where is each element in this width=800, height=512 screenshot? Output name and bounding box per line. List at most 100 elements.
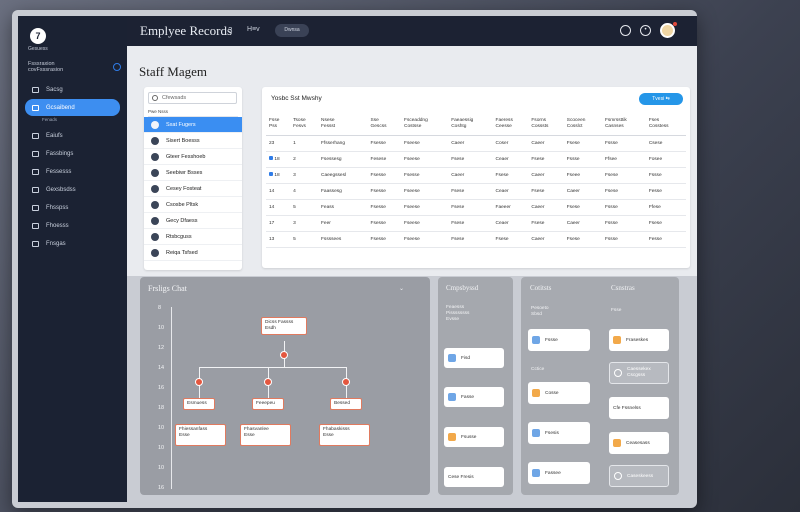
- list-item[interactable]: Cesey Fosteat: [144, 181, 242, 197]
- app-logo-icon: 7: [30, 28, 46, 44]
- employee-card[interactable]: Fasse: [444, 387, 504, 407]
- row-id: 18: [266, 151, 291, 168]
- search-icon[interactable]: [620, 25, 631, 36]
- settings-card[interactable]: Cfe Fssnelss: [609, 397, 669, 419]
- org-node-root[interactable]: Dicss Fassss Esdh: [261, 317, 307, 335]
- column-header[interactable]: Fsceaddng Costsse: [401, 113, 449, 136]
- contact-card[interactable]: Fssse: [528, 329, 590, 351]
- column-header[interactable]: Fsorns Cosssts: [528, 113, 564, 136]
- list-item[interactable]: Sisert Boesss: [144, 133, 242, 149]
- sidebar-item-0[interactable]: Sacsg: [25, 81, 120, 98]
- help-menu[interactable]: H≡v: [247, 26, 260, 33]
- y-axis-tick: 16: [158, 485, 165, 491]
- settings-card[interactable]: Fraseskes: [609, 329, 669, 351]
- column-header[interactable]: Nsese Fessst: [318, 113, 368, 136]
- org-node-mid[interactable]: Bessed: [330, 398, 362, 410]
- sidebar-item-3[interactable]: Fassbings: [25, 145, 120, 162]
- column-header[interactable]: Scoceen Cosslct: [563, 113, 602, 136]
- table-row[interactable]: 18 3 Caeegssesl Fsesse Fsesse Caeer Fsese Caeer…: [266, 167, 686, 184]
- app-window: 7 Gesuess Fsssraxion covFsssrasion Sacsg…: [12, 10, 697, 508]
- calendar-icon: [32, 168, 39, 175]
- settings-card[interactable]: Caessekex Cscgsss: [609, 362, 669, 384]
- sidebar-item-4[interactable]: Fessesss: [25, 163, 120, 180]
- table-cell: Ffsserhang: [318, 135, 368, 152]
- row-id: 18: [266, 167, 291, 184]
- employee-card[interactable]: Cese Fresis: [444, 467, 504, 487]
- notification-icon[interactable]: •: [640, 25, 651, 36]
- list-item[interactable]: Reiqa Tsfsed: [144, 245, 242, 261]
- chevron-down-icon[interactable]: ⌄: [399, 285, 404, 292]
- settings-card[interactable]: Ceasesass: [609, 432, 669, 454]
- column-header[interactable]: Fses Cosstess: [645, 113, 686, 136]
- sidebar-item-6[interactable]: Fhsspss: [25, 199, 120, 216]
- settings-icon: [613, 336, 621, 344]
- sidebar: 7 Gesuess Fsssraxion covFsssrasion Sacsg…: [18, 16, 127, 502]
- org-node-mid[interactable]: Esmuess: [183, 398, 215, 410]
- y-axis-tick: 16: [158, 385, 165, 391]
- org-node-leaf[interactable]: Fhabaskisss Esse: [319, 424, 370, 446]
- column-header[interactable]: Fsmrssttik Casnses: [601, 113, 646, 136]
- row-number: 1: [290, 135, 318, 152]
- list-item[interactable]: Seebiwr Bsses: [144, 165, 242, 181]
- column-header[interactable]: Faeress Ceesse: [492, 113, 529, 136]
- top-bar: Emplyee Records 3 H≡v Dwnsa •: [127, 16, 697, 46]
- y-axis-tick: 10: [158, 465, 165, 471]
- sidebar-item-7[interactable]: Fhoesss: [25, 217, 120, 234]
- contact-card[interactable]: Cosse: [528, 382, 590, 404]
- avatar: [151, 168, 159, 177]
- org-node-leaf[interactable]: Fhasvanlee Esse: [240, 424, 291, 446]
- records-table: Fsse Pss Tsose Fesvs Nsese Fessst Sse Gescs…: [266, 113, 686, 248]
- table-row[interactable]: 18 2 Fsessesg Fesese Fseese Fsese Ceaer Fsese Fs…: [266, 151, 686, 168]
- employee-card[interactable]: Fisd: [444, 348, 504, 368]
- expand-node-icon[interactable]: [342, 378, 350, 386]
- add-record-button[interactable]: Tvesi ⇆: [639, 93, 683, 105]
- list-item[interactable]: Csosbe Pltsk: [144, 197, 242, 213]
- sidebar-item-8[interactable]: Fnsgas: [25, 235, 120, 252]
- column-header[interactable]: Tsose Fesvs: [290, 113, 318, 136]
- column-header[interactable]: Fsse Pss: [266, 113, 291, 136]
- sidebar-item-5[interactable]: Gexsbsdss: [25, 181, 120, 198]
- table-row[interactable]: 14 5 Feass Fsesse Fseese Fsese Faeeer Caeer Fses…: [266, 199, 686, 216]
- expand-node-icon[interactable]: [195, 378, 203, 386]
- row-id: 14: [266, 183, 291, 200]
- column-header[interactable]: Sse Gescss: [367, 113, 402, 136]
- org-node-leaf[interactable]: Fhiessanfass Esse: [175, 424, 226, 446]
- table-cell: Ffese: [645, 199, 686, 216]
- org-node-mid[interactable]: Feeepeu: [252, 398, 284, 410]
- expand-node-icon[interactable]: [264, 378, 272, 386]
- search-input[interactable]: Cfewsads: [148, 92, 237, 104]
- flag-icon: [269, 172, 273, 176]
- row-id: 14: [266, 199, 291, 216]
- y-axis-tick: 18: [158, 405, 165, 411]
- expand-node-icon[interactable]: [280, 351, 288, 359]
- table-cell: Fssse: [601, 231, 646, 248]
- avatar: [151, 248, 159, 257]
- org-status-icon[interactable]: [113, 63, 121, 71]
- list-item[interactable]: Rtsbcguss: [144, 229, 242, 245]
- table-cell: Fssse: [563, 151, 602, 168]
- list-item[interactable]: Gecy Dfaess: [144, 213, 242, 229]
- table-cell: Faassesg: [318, 183, 368, 200]
- table-header-row: Fsse Pss Tsose Fesvs Nsese Fessst Sse Gescs…: [266, 113, 686, 136]
- notification-badge: [673, 22, 677, 26]
- list-item[interactable]: Gteer Fesshoeb: [144, 149, 242, 165]
- column-header[interactable]: Faeaessig Coshtg: [448, 113, 493, 136]
- list-item[interactable]: Sxat Fugers: [144, 117, 242, 133]
- sidebar-item-2[interactable]: Eaiufs: [25, 127, 120, 144]
- folder-icon: [32, 86, 39, 93]
- sidebar-subitem[interactable]: Fenads: [18, 117, 127, 126]
- employee-card[interactable]: Fsusse: [444, 427, 504, 447]
- gear-icon: [32, 104, 39, 111]
- table-row[interactable]: 14 4 Faassesg Fsesse Fseese Fsese Ceaer Fsese Ca…: [266, 183, 686, 200]
- sidebar-item-1[interactable]: Gcsaibend: [25, 99, 120, 116]
- contact-card[interactable]: Fassee: [528, 462, 590, 484]
- table-row[interactable]: 13 5 Fssssees Fsesse Fseese Fsese Fsese Caeer Fs…: [266, 231, 686, 248]
- logo-caption: Gesuess: [28, 46, 48, 52]
- table-row[interactable]: 23 1 Ffsserhang Fsesse Fseese Caeer Coser Caeer…: [266, 135, 686, 152]
- contacts-section-label: Cctice: [531, 367, 545, 372]
- contact-card[interactable]: Fsesis: [528, 422, 590, 444]
- table-row[interactable]: 17 3 Feer Fsesse Fseese Fsese Ceaer Fsese Caeer F…: [266, 215, 686, 232]
- settings-card[interactable]: Caseskeess: [609, 465, 669, 487]
- employees-panel-intro: Feaesss Pissssssss Evsse: [446, 305, 470, 322]
- download-button[interactable]: Dwnsa: [275, 24, 309, 37]
